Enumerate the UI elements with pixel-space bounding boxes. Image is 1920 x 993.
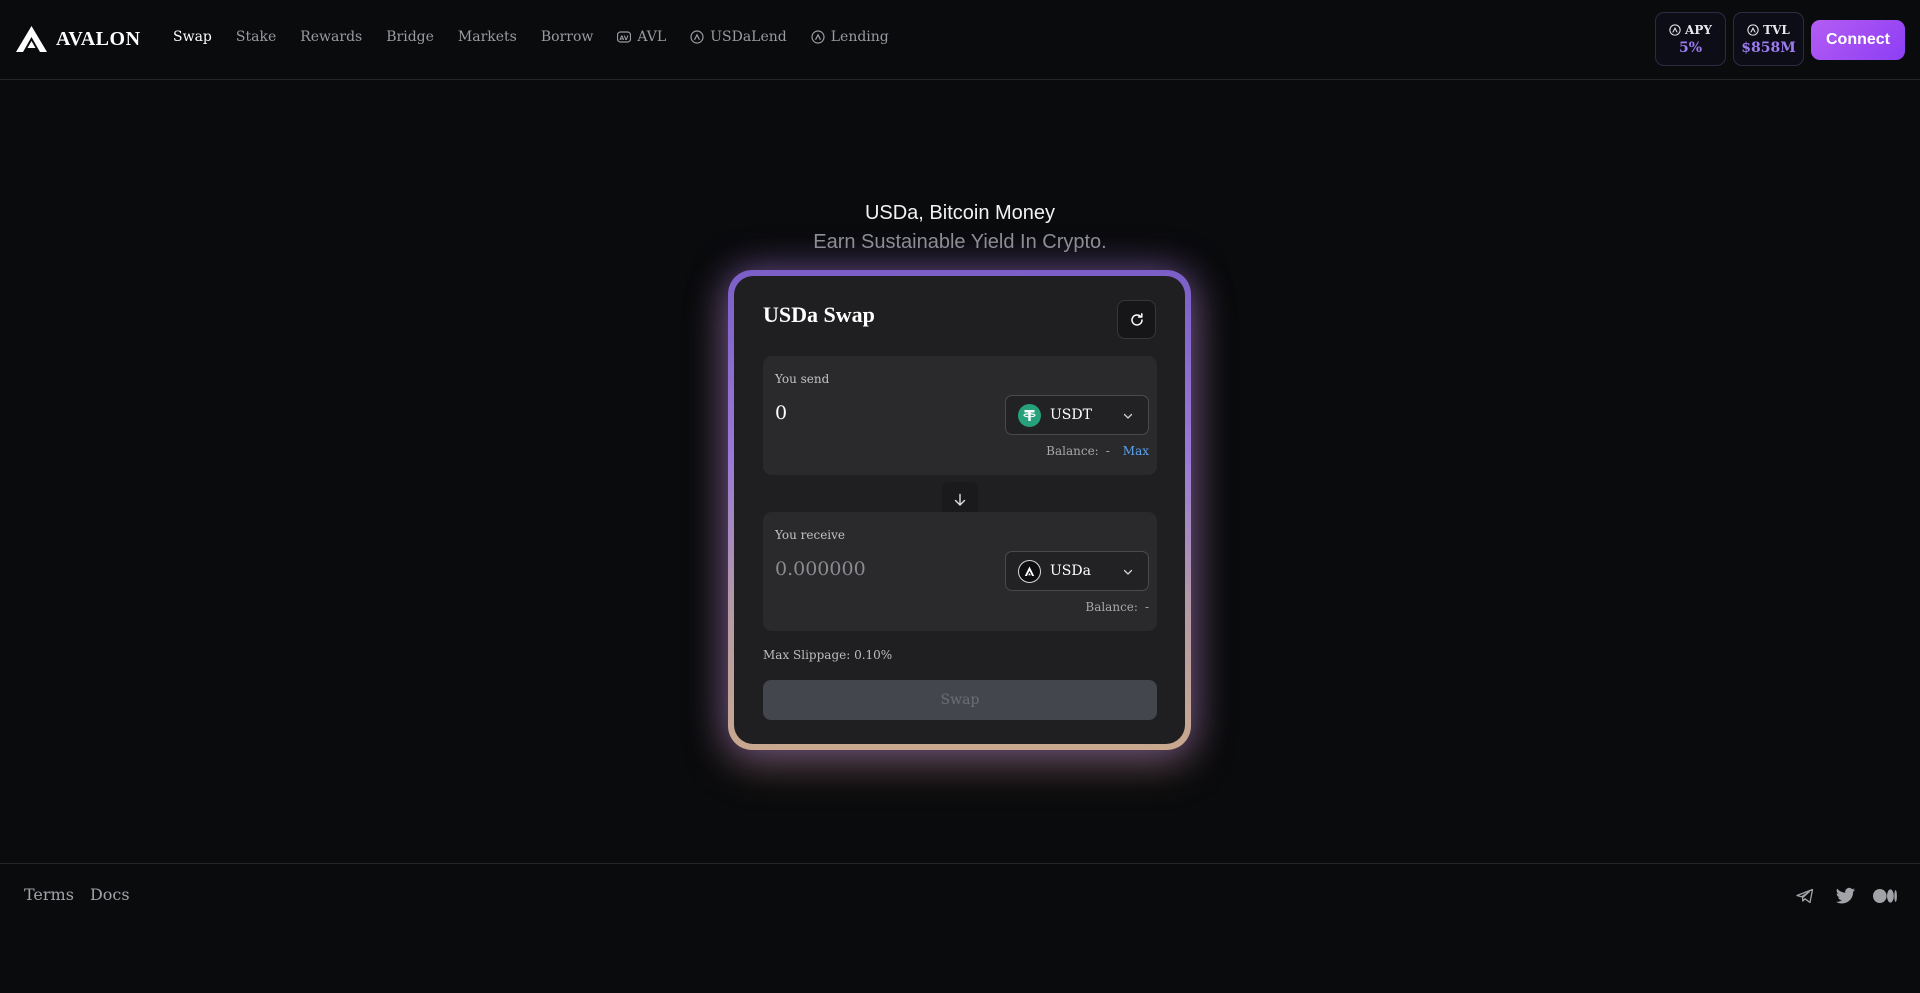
nav-item-usdalend[interactable]: USDaLend: [690, 29, 787, 45]
arrow-down-icon: [954, 493, 966, 506]
avl-token-icon: AV: [617, 31, 632, 43]
avalon-icon: [811, 30, 825, 44]
refresh-button[interactable]: [1117, 300, 1156, 339]
footer-links: Terms Docs: [24, 885, 130, 904]
medium-icon[interactable]: [1873, 884, 1897, 908]
swap-card: USDa Swap You send USDT Balance:: [734, 276, 1185, 744]
brand-name: AVALON: [56, 27, 141, 50]
nav-item-avl[interactable]: AV AVL: [617, 29, 666, 45]
receive-token-name: USDa: [1050, 563, 1091, 579]
nav-label: AVL: [637, 29, 667, 45]
main-nav: Swap Stake Rewards Bridge Markets Borrow…: [173, 29, 913, 45]
apy-value: 5%: [1678, 39, 1703, 56]
svg-text:AV: AV: [620, 35, 629, 42]
tvl-value: $858M: [1741, 39, 1796, 56]
docs-link[interactable]: Docs: [90, 885, 130, 904]
balance-label: Balance:: [1046, 444, 1099, 458]
nav-item-stake[interactable]: Stake: [236, 29, 276, 45]
nav-label: Stake: [235, 29, 277, 45]
social-links: [1793, 884, 1897, 908]
tvl-label: TVL: [1763, 22, 1790, 37]
nav-label: USDaLend: [710, 29, 787, 45]
receive-panel: You receive USDa Balance: -: [763, 512, 1157, 631]
apy-stat: APY 5%: [1655, 12, 1726, 66]
nav-item-lending[interactable]: Lending: [811, 29, 889, 45]
max-slippage-text: Max Slippage: 0.10%: [763, 648, 893, 662]
nav-label: Lending: [830, 29, 889, 45]
chevron-down-icon: [1123, 569, 1133, 575]
avalon-icon: [690, 30, 704, 44]
apy-label: APY: [1685, 22, 1712, 37]
hero-subtitle: Earn Sustainable Yield In Crypto.: [813, 231, 1107, 253]
balance-value: -: [1144, 600, 1149, 614]
usdt-icon: [1018, 403, 1041, 427]
chevron-down-icon: [1123, 413, 1133, 419]
max-button[interactable]: Max: [1123, 444, 1149, 458]
avalon-logo[interactable]: AVALON: [16, 26, 141, 52]
avalon-icon: [1669, 23, 1681, 36]
nav-label: Markets: [457, 29, 517, 45]
balance-value: -: [1105, 444, 1110, 458]
tvl-stat: TVL $858M: [1733, 12, 1804, 66]
connect-wallet-button[interactable]: Connect: [1811, 20, 1905, 60]
nav-label: Swap: [173, 29, 212, 45]
receive-balance: Balance: -: [1085, 600, 1149, 614]
send-amount-input[interactable]: [775, 402, 975, 424]
receive-label: You receive: [775, 528, 846, 542]
hero-title: USDa, Bitcoin Money: [864, 202, 1056, 224]
avalon-logo-icon: [16, 26, 47, 52]
nav-item-swap[interactable]: Swap: [173, 29, 212, 45]
nav-label: Bridge: [386, 29, 434, 45]
footer: Terms Docs: [0, 863, 1920, 993]
send-balance: Balance: - Max: [1046, 444, 1149, 458]
send-label: You send: [775, 372, 830, 386]
swap-card-title: USDa Swap: [763, 302, 875, 327]
twitter-icon[interactable]: [1833, 884, 1857, 908]
avalon-icon: [1747, 23, 1759, 36]
balance-label: Balance:: [1085, 600, 1138, 614]
send-token-name: USDT: [1050, 407, 1092, 423]
nav-item-bridge[interactable]: Bridge: [386, 29, 434, 45]
nav-item-borrow[interactable]: Borrow: [541, 29, 594, 45]
refresh-icon: [1130, 312, 1143, 326]
send-panel: You send USDT Balance: - Max: [763, 356, 1157, 475]
telegram-icon[interactable]: [1793, 884, 1817, 908]
send-token-select[interactable]: USDT: [1005, 395, 1149, 435]
nav-item-rewards[interactable]: Rewards: [300, 29, 362, 45]
header: AVALON Swap Stake Rewards Bridge Markets…: [0, 0, 1920, 80]
receive-amount-input[interactable]: [775, 558, 975, 580]
receive-token-select[interactable]: USDa: [1005, 551, 1149, 591]
nav-label: Rewards: [300, 29, 363, 45]
usda-icon: [1018, 559, 1041, 583]
swap-button[interactable]: Swap: [763, 680, 1157, 720]
terms-link[interactable]: Terms: [24, 885, 74, 904]
nav-item-markets[interactable]: Markets: [458, 29, 517, 45]
nav-label: Borrow: [540, 29, 594, 45]
